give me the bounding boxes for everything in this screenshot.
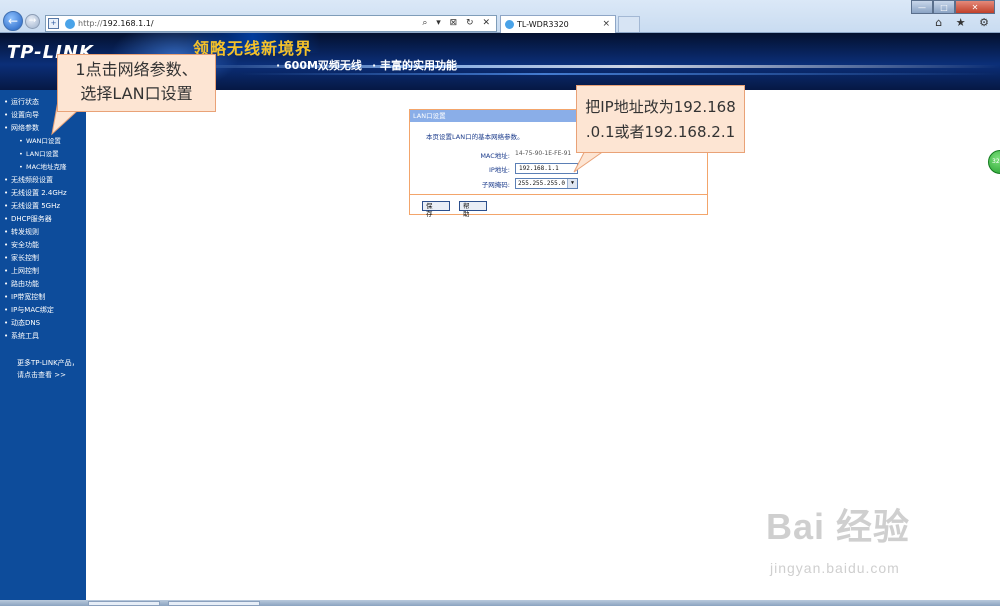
more-products-link[interactable]: 更多TP-LINK产品，	[17, 359, 79, 368]
new-tab-button[interactable]	[618, 16, 640, 32]
sidebar-menu: 运行状态 设置向导 网络参数 WAN口设置 LAN口设置 MAC地址克隆 无线频…	[0, 90, 86, 606]
annotation-step-1: 1点击网络参数、 选择LAN口设置	[57, 54, 216, 112]
sidebar-item-wireless-24[interactable]: 无线设置 2.4GHz	[4, 189, 67, 198]
ip-address-input[interactable]: 192.168.1.1	[515, 163, 578, 174]
sidebar-item-parental[interactable]: 家长控制	[4, 254, 39, 263]
ie-icon	[65, 19, 75, 29]
sidebar-item-bandwidth[interactable]: IP带宽控制	[4, 293, 45, 302]
chevron-down-icon[interactable]: ▼	[567, 179, 577, 188]
taskbar-item-2[interactable]	[168, 601, 260, 606]
close-window-button[interactable]: ✕	[955, 0, 995, 14]
sidebar-item-routing[interactable]: 路由功能	[4, 280, 39, 289]
sidebar-item-wizard[interactable]: 设置向导	[4, 111, 39, 120]
tab-close-icon[interactable]: ×	[602, 16, 610, 33]
annotation-step-1-line-1: 1点击网络参数、	[75, 60, 198, 79]
forward-button[interactable]: →	[25, 14, 40, 29]
more-products-link-2[interactable]: 请点击查看 >>	[17, 371, 66, 380]
annotation-step-2-line-2: .0.1或者192.168.2.1	[585, 123, 736, 141]
watermark-brand: Bai 经验	[766, 506, 911, 547]
subnet-mask-value: 255.255.255.0	[518, 180, 565, 187]
sidebar-item-wireless-5[interactable]: 无线设置 5GHz	[4, 202, 60, 211]
sidebar-item-ddns[interactable]: 动态DNS	[4, 319, 40, 328]
panel-divider	[410, 194, 707, 195]
window-controls: — □ ✕	[911, 0, 995, 14]
sidebar-item-status[interactable]: 运行状态	[4, 98, 39, 107]
sidebar-item-lan[interactable]: LAN口设置	[19, 150, 59, 159]
baidu-watermark: Bai 经验 jingyan.baidu.com	[766, 498, 966, 588]
banner-feature-2: · 丰富的实用功能	[372, 59, 458, 72]
watermark-url: jingyan.baidu.com	[770, 560, 900, 576]
sidebar-item-wan[interactable]: WAN口设置	[19, 137, 61, 146]
ie-tab-icon	[505, 20, 514, 29]
sidebar-item-security[interactable]: 安全功能	[4, 241, 39, 250]
help-button[interactable]: 帮 助	[459, 201, 487, 218]
maximize-button[interactable]: □	[933, 0, 955, 14]
annotation-step-2-line-1: 把IP地址改为192.168	[585, 98, 736, 116]
sidebar-item-forwarding[interactable]: 转发规则	[4, 228, 39, 237]
minimize-button[interactable]: —	[911, 0, 933, 14]
panel-description: 本页设置LAN口的基本网络参数。	[426, 133, 524, 141]
taskbar-item-1[interactable]	[88, 601, 160, 606]
tab-router[interactable]: TL-WDR3320 ×	[500, 15, 616, 33]
back-button[interactable]: ←	[3, 11, 23, 31]
page-icon: +	[48, 18, 59, 29]
sidebar-item-band[interactable]: 无线频段设置	[4, 176, 53, 185]
screenshot-root: ← → + http://192.168.1.1/ ⌕ ▾ ⊠ ↻ ✕ TL-W…	[0, 0, 1000, 606]
address-url: http://192.168.1.1/	[78, 19, 154, 28]
banner-feature-1: · 600M双频无线	[276, 59, 362, 72]
sidebar-item-dhcp[interactable]: DHCP服务器	[4, 215, 52, 224]
sidebar-item-mac-clone[interactable]: MAC地址克隆	[19, 163, 67, 172]
subnet-mask-select[interactable]: 255.255.255.0 ▼	[515, 178, 578, 189]
mac-value: 14-75-90-1E-FE-91	[515, 150, 572, 157]
floating-badge[interactable]: 32	[988, 150, 1000, 174]
address-bar[interactable]: + http://192.168.1.1/ ⌕ ▾ ⊠ ↻ ✕	[45, 15, 497, 32]
annotation-step-2: 把IP地址改为192.168 .0.1或者192.168.2.1	[576, 85, 745, 153]
tab-title: TL-WDR3320	[517, 20, 569, 29]
sidebar-item-access-control[interactable]: 上网控制	[4, 267, 39, 276]
save-button[interactable]: 保 存	[422, 201, 450, 218]
sidebar-item-network[interactable]: 网络参数	[4, 124, 39, 133]
browser-toolbar: ← → + http://192.168.1.1/ ⌕ ▾ ⊠ ↻ ✕ TL-W…	[0, 0, 1000, 33]
home-favorites-tools-icons[interactable]: ⌂ ★ ⚙	[935, 16, 994, 29]
annotation-step-1-line-2: 选择LAN口设置	[80, 84, 193, 103]
mask-label: 子网掩码:	[481, 181, 510, 189]
ip-label: IP地址:	[488, 166, 510, 174]
mac-label: MAC地址:	[480, 152, 510, 160]
sidebar-item-ip-mac-binding[interactable]: IP与MAC绑定	[4, 306, 54, 315]
address-tools[interactable]: ⌕ ▾ ⊠ ↻ ✕	[422, 16, 493, 31]
sidebar-item-system-tools[interactable]: 系统工具	[4, 332, 39, 341]
banner-streak-2	[240, 73, 1000, 75]
